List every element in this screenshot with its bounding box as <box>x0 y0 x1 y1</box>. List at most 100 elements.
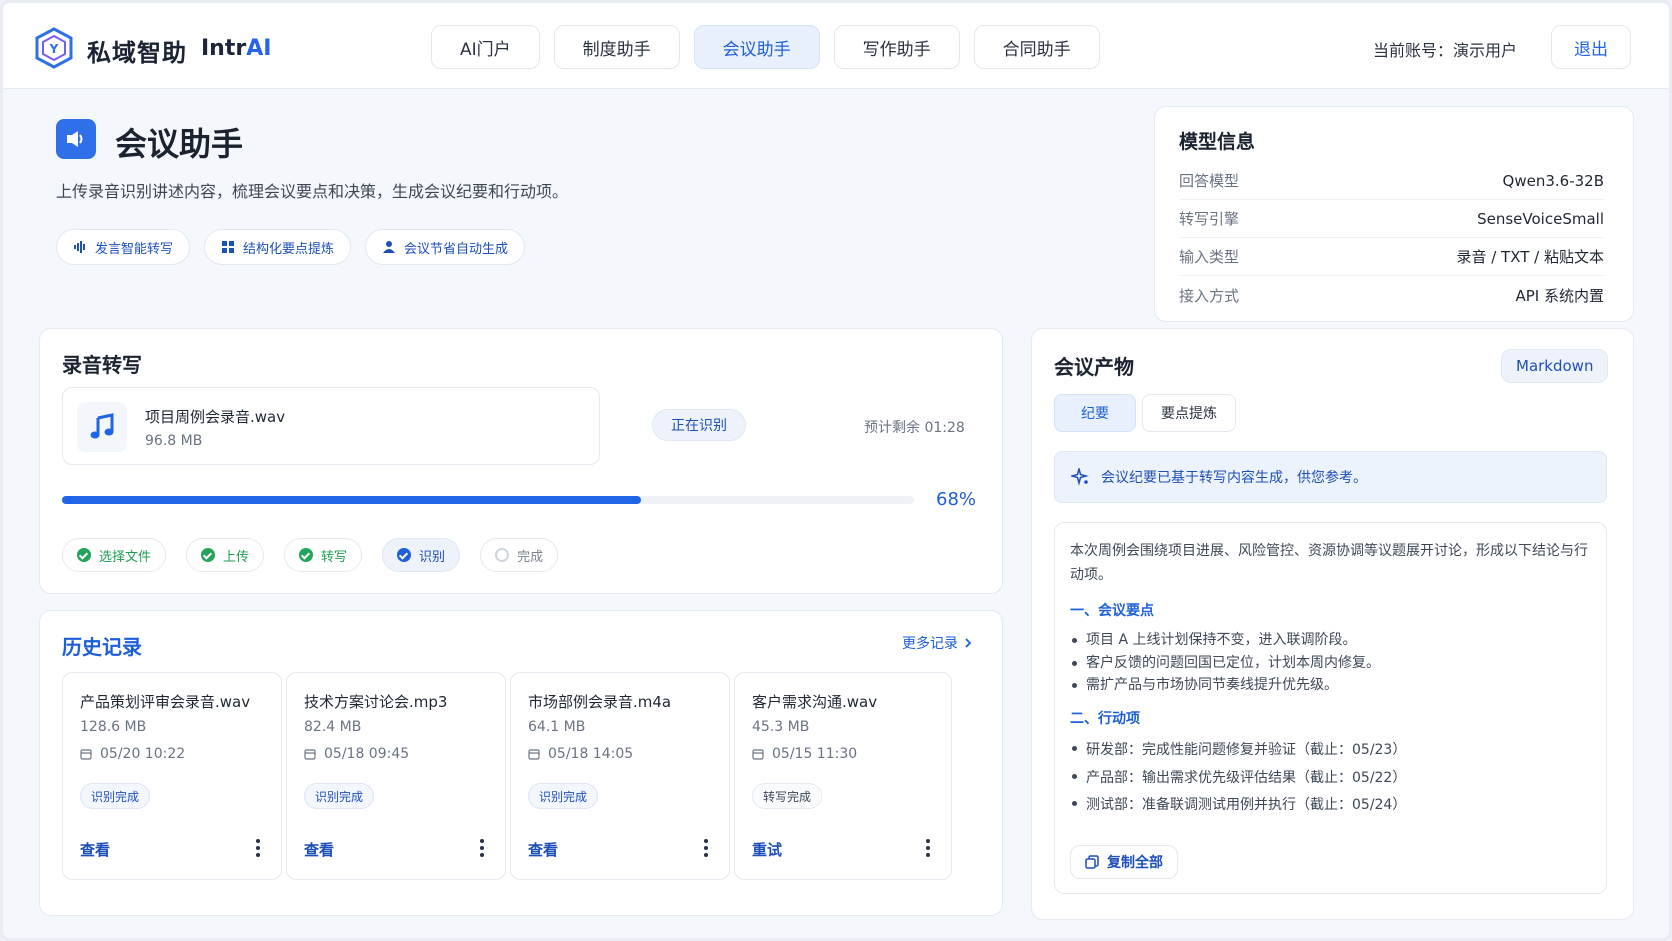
model-row-input: 输入类型 录音 / TXT / 粘贴文本 <box>1179 238 1604 276</box>
tab-contract-assistant[interactable]: 合同助手 <box>973 25 1100 69</box>
history-item: 市场部例会录音.m4a 64.1 MB 05/18 14:05 识别完成 查看 <box>510 672 730 880</box>
file-name: 项目周例会录音.wav <box>145 408 286 426</box>
more-options-icon[interactable] <box>479 839 485 857</box>
model-row-value: Qwen3.6-32B <box>1502 171 1604 190</box>
status-badge: 识别完成 <box>304 783 375 809</box>
history-title: 历史记录 <box>62 635 142 659</box>
model-row-access: 接入方式 API 系统内置 <box>1179 276 1604 314</box>
history-file-size: 45.3 MB <box>752 719 810 735</box>
more-records-label: 更多记录 <box>902 636 958 652</box>
empty-circle-icon <box>495 548 510 562</box>
logo-icon: Y <box>35 27 73 69</box>
history-date-text: 05/18 14:05 <box>548 746 634 762</box>
list-item: 项目 A 上线计划保持不变，进入联调阶段。 <box>1070 629 1380 652</box>
history-file-size: 64.1 MB <box>528 719 586 735</box>
minutes-content: 本次周例会围绕项目进展、风险管控、资源协调等议题展开讨论，形成以下结论与行动项。… <box>1054 522 1607 894</box>
model-row-key: 输入类型 <box>1179 248 1240 266</box>
tab-ai-portal[interactable]: AI门户 <box>431 25 540 69</box>
feature-chip-label: 发言智能转写 <box>95 241 174 257</box>
step-label: 转写 <box>321 549 348 565</box>
view-button[interactable]: 查看 <box>528 839 558 860</box>
history-date-text: 05/18 09:45 <box>324 746 410 762</box>
step-label: 上传 <box>223 549 250 565</box>
model-row-answer: 回答模型 Qwen3.6-32B <box>1179 162 1604 200</box>
output-title: 会议产物 <box>1054 355 1134 379</box>
history-date-text: 05/20 10:22 <box>100 746 186 762</box>
tab-policy-assistant[interactable]: 制度助手 <box>553 25 680 69</box>
sparkle-icon <box>1071 468 1089 486</box>
step-upload: 上传 <box>186 538 265 572</box>
check-circle-icon <box>397 548 412 562</box>
history-date: 05/20 10:22 <box>80 746 185 762</box>
eta-text: 预计剩余 01:28 <box>864 420 965 436</box>
tab-minutes[interactable]: 纪要 <box>1054 394 1136 432</box>
more-options-icon[interactable] <box>255 839 261 857</box>
step-complete: 完成 <box>480 538 559 572</box>
tab-writing-assistant[interactable]: 写作助手 <box>833 25 960 69</box>
brand-name-en: IntrAI <box>201 36 271 61</box>
history-file-name: 客户需求沟通.wav <box>752 693 878 711</box>
view-button[interactable]: 查看 <box>304 839 334 860</box>
notice-text: 会议纪要已基于转写内容生成，供您参考。 <box>1101 470 1367 486</box>
logout-button[interactable]: 退出 <box>1551 25 1631 69</box>
history-file-name: 产品策划评审会录音.wav <box>80 693 251 711</box>
view-button[interactable]: 查看 <box>80 839 110 860</box>
model-row-value: 录音 / TXT / 粘贴文本 <box>1456 248 1604 266</box>
svg-text:Y: Y <box>49 42 59 56</box>
list-item: 需扩产品与市场协同节奏线提升优先级。 <box>1070 674 1380 697</box>
calendar-icon <box>528 749 540 760</box>
user-icon <box>383 241 396 253</box>
brand-name: 私域智助 <box>87 39 187 67</box>
current-account: 当前账号：演示用户 <box>1373 41 1518 60</box>
file-size: 96.8 MB <box>145 433 203 449</box>
more-options-icon[interactable] <box>925 839 931 857</box>
action-items-list: 研发部：完成性能问题修复并验证（截止：05/23） 产品部：输出需求优先级评估结… <box>1070 737 1406 820</box>
copy-all-button[interactable]: 复制全部 <box>1070 845 1178 879</box>
section-heading: 一、会议要点 <box>1070 603 1154 619</box>
tab-key-points[interactable]: 要点提炼 <box>1142 394 1236 432</box>
brand-en-prefix: Intr <box>201 36 247 61</box>
list-item: 研发部：完成性能问题修复并验证（截止：05/23） <box>1070 737 1406 765</box>
history-file-size: 82.4 MB <box>304 719 362 735</box>
history-date: 05/18 14:05 <box>528 746 633 762</box>
waveform-icon <box>74 241 85 253</box>
status-badge: 识别完成 <box>80 783 151 809</box>
model-row-key: 转写引擎 <box>1179 210 1240 228</box>
calendar-icon <box>304 749 316 760</box>
model-info-title: 模型信息 <box>1179 131 1256 153</box>
page-title: 会议助手 <box>115 125 244 163</box>
step-transcribe: 转写 <box>284 538 363 572</box>
model-row-engine: 转写引擎 SenseVoiceSmall <box>1179 200 1604 238</box>
more-records-link[interactable]: 更多记录 <box>902 633 972 653</box>
tab-meeting-assistant[interactable]: 会议助手 <box>693 25 820 69</box>
retry-button[interactable]: 重试 <box>752 839 782 860</box>
history-card: 历史记录 更多记录 产品策划评审会录音.wav 128.6 MB 05/20 1… <box>39 610 1003 916</box>
calendar-icon <box>80 749 92 760</box>
history-file-name: 市场部例会录音.m4a <box>528 693 672 711</box>
model-row-key: 接入方式 <box>1179 286 1240 305</box>
list-item: 测试部：准备联调测试用例并执行（截止：05/24） <box>1070 792 1406 820</box>
info-notice: 会议纪要已基于转写内容生成，供您参考。 <box>1054 451 1607 503</box>
calendar-icon <box>752 749 764 760</box>
output-card: 会议产物 Markdown 纪要 要点提炼 会议纪要已基于转写内容生成，供您参考… <box>1031 328 1634 920</box>
step-label: 完成 <box>517 549 544 565</box>
model-row-value: SenseVoiceSmall <box>1477 209 1604 228</box>
status-badge: 转写完成 <box>752 783 823 809</box>
markdown-button[interactable]: Markdown <box>1501 349 1609 383</box>
more-options-icon[interactable] <box>703 839 709 857</box>
history-item: 客户需求沟通.wav 45.3 MB 05/15 11:30 转写完成 重试 <box>734 672 952 880</box>
main-nav: AI门户 制度助手 会议助手 写作助手 合同助手 <box>431 25 1100 69</box>
grid-icon <box>222 241 235 253</box>
output-tabs: 纪要 要点提炼 <box>1054 394 1236 432</box>
current-file: 项目周例会录音.wav 96.8 MB <box>62 387 600 465</box>
minutes-intro: 本次周例会围绕项目进展、风险管控、资源协调等议题展开讨论，形成以下结论与行动项。 <box>1070 543 1588 583</box>
recording-title: 录音转写 <box>62 353 142 377</box>
app-window: Y 私域智助 IntrAI AI门户 制度助手 会议助手 写作助手 合同助手 当… <box>0 0 1672 941</box>
step-label: 识别 <box>419 549 446 565</box>
list-item: 产品部：输出需求优先级评估结果（截止：05/22） <box>1070 765 1406 793</box>
top-header: Y 私域智助 IntrAI AI门户 制度助手 会议助手 写作助手 合同助手 当… <box>3 3 1669 89</box>
copy-icon <box>1085 855 1099 869</box>
feature-chip-label: 结构化要点提炼 <box>243 241 335 257</box>
progress-bar <box>62 496 914 504</box>
feature-chip-generate: 会议节省自动生成 <box>365 229 526 265</box>
